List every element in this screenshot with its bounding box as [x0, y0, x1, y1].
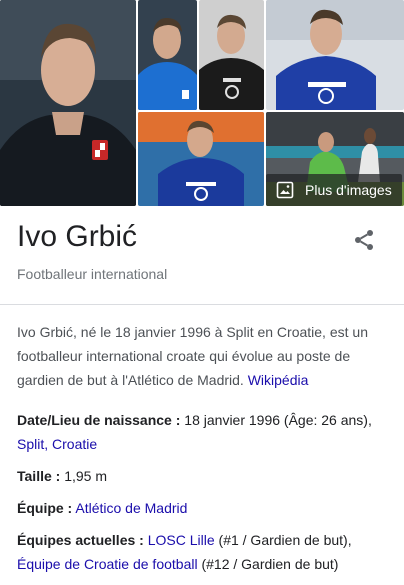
- current-team-link-2[interactable]: Équipe de Croatie de football: [17, 556, 198, 572]
- entity-subtitle: Footballeur international: [17, 266, 168, 282]
- fact-team-label: Équipe :: [17, 500, 73, 516]
- birthplace-link[interactable]: Split, Croatie: [17, 436, 97, 452]
- entity-description: Ivo Grbić, né le 18 janvier 1996 à Split…: [17, 320, 389, 392]
- fact-birth-label: Date/Lieu de naissance :: [17, 412, 181, 428]
- knowledge-panel: Ivo Grbić Footballeur international Ivo …: [0, 208, 404, 585]
- current-team-link-1[interactable]: LOSC Lille: [148, 532, 215, 548]
- more-images-label: Plus d'images: [305, 182, 392, 198]
- image-icon: [276, 181, 294, 199]
- fact-height: Taille : 1,95 m: [17, 464, 389, 488]
- gallery-image-4[interactable]: [266, 0, 404, 110]
- fact-birth: Date/Lieu de naissance : 18 janvier 1996…: [17, 408, 389, 456]
- share-icon: [355, 230, 373, 250]
- fact-height-value: 1,95 m: [64, 468, 108, 484]
- fact-current-teams-label: Équipes actuelles :: [17, 532, 144, 548]
- current-team-suffix-2: (#12 / Gardien de but): [201, 556, 339, 572]
- gallery-image-3[interactable]: [199, 0, 264, 110]
- current-team-suffix-1: (#1 / Gardien de but),: [218, 532, 352, 548]
- divider: [0, 304, 404, 305]
- fact-height-label: Taille :: [17, 468, 61, 484]
- share-button[interactable]: [352, 228, 376, 252]
- image-gallery: Plus d'images: [0, 0, 404, 208]
- gallery-image-main[interactable]: [0, 0, 136, 206]
- wikipedia-link[interactable]: Wikipédia: [248, 372, 309, 388]
- gallery-image-2[interactable]: [138, 0, 197, 110]
- fact-current-teams: Équipes actuelles : LOSC Lille (#1 / Gar…: [17, 528, 389, 576]
- fact-birth-value: 18 janvier 1996 (Âge: 26 ans),: [184, 412, 372, 428]
- description-text: Ivo Grbić, né le 18 janvier 1996 à Split…: [17, 324, 368, 388]
- team-link[interactable]: Atlético de Madrid: [75, 500, 187, 516]
- more-images-button[interactable]: Plus d'images: [266, 174, 402, 206]
- entity-title: Ivo Grbić: [17, 220, 138, 253]
- fact-team: Équipe : Atlético de Madrid: [17, 496, 389, 520]
- gallery-image-5[interactable]: [138, 112, 264, 206]
